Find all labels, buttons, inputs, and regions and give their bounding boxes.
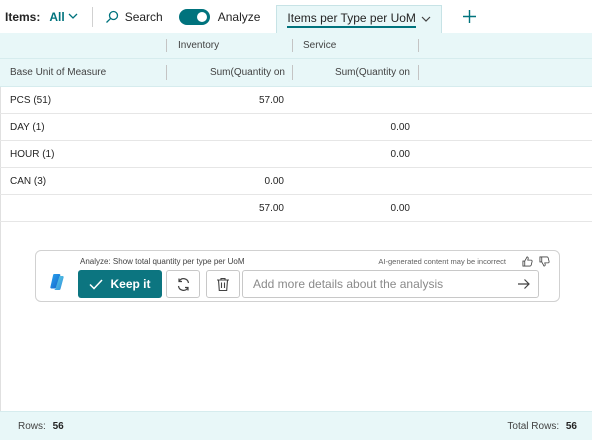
copilot-icon	[50, 274, 64, 290]
total-service: 0.00	[390, 202, 410, 214]
column-header-sum-inventory[interactable]: Sum(Quantity on	[167, 59, 293, 86]
row-label: DAY (1)	[10, 121, 45, 133]
column-header-sum-service[interactable]: Sum(Quantity on	[293, 59, 419, 86]
regenerate-button[interactable]	[166, 270, 200, 298]
ai-disclaimer: AI-generated content may be incorrect	[378, 257, 506, 266]
analyze-label: Analyze	[217, 9, 261, 24]
pivot-grid: Inventory Service Base Unit of Measure S…	[0, 33, 592, 222]
items-label: Items:	[5, 9, 41, 24]
row-filler	[419, 114, 592, 140]
toggle-knob	[196, 11, 207, 22]
group-header-service[interactable]: Service	[293, 33, 419, 58]
row-label: CAN (3)	[10, 175, 47, 187]
chevron-down-icon[interactable]	[421, 16, 431, 23]
checkmark-icon	[89, 278, 104, 290]
row-filler	[419, 141, 592, 167]
total-rows-value: 56	[565, 420, 577, 432]
search-label: Search	[124, 9, 163, 24]
row-filler	[419, 195, 592, 221]
table-row[interactable]: PCS (51) 57.00	[0, 87, 592, 114]
column-header-filler	[419, 59, 592, 86]
copilot-header: Analyze: Show total quantity per type pe…	[80, 256, 550, 267]
analyze-toggle[interactable]	[178, 8, 210, 25]
row-label: PCS (51)	[10, 94, 52, 106]
tab-label: Items per Type per UoM	[287, 11, 416, 28]
total-rows-label: Total Rows:	[507, 420, 560, 432]
thumbs-up-icon[interactable]	[522, 256, 533, 267]
column-header-base-unit[interactable]: Base Unit of Measure	[0, 59, 167, 86]
group-header-filler	[419, 33, 592, 58]
table-row[interactable]: HOUR (1) 0.00	[0, 141, 592, 168]
details-input-box	[242, 270, 539, 298]
thumbs-down-icon[interactable]	[539, 256, 550, 267]
row-filler	[419, 168, 592, 194]
group-header-inventory[interactable]: Inventory	[167, 33, 293, 58]
analysis-prompt-text: Analyze: Show total quantity per type pe…	[80, 257, 245, 266]
table-row[interactable]: DAY (1) 0.00	[0, 114, 592, 141]
group-header-row: Inventory Service	[0, 33, 592, 59]
filter-dropdown[interactable]: All	[49, 9, 78, 24]
rows-value: 56	[52, 420, 64, 432]
group-header-empty	[0, 33, 167, 58]
totals-label	[0, 195, 167, 221]
row-value-service	[293, 168, 419, 194]
toolbar: Items: All Search Analyze Items per Type…	[0, 0, 592, 33]
row-value-inventory: 0.00	[264, 175, 284, 187]
search-button[interactable]: Search	[105, 10, 163, 24]
total-rows-count: Total Rows: 56	[507, 421, 577, 432]
toolbar-divider	[91, 6, 93, 27]
regenerate-icon	[177, 277, 189, 291]
total-inventory: 57.00	[258, 202, 284, 214]
send-arrow-icon[interactable]	[517, 278, 530, 290]
table-row[interactable]: CAN (3) 0.00	[0, 168, 592, 195]
row-value-service: 0.00	[390, 148, 410, 160]
row-filler	[419, 87, 592, 113]
filter-value: All	[49, 9, 65, 24]
keep-it-button[interactable]: Keep it	[78, 270, 162, 298]
details-input[interactable]	[253, 277, 538, 291]
row-value-inventory: 57.00	[258, 94, 284, 106]
plus-icon[interactable]	[462, 9, 477, 24]
copilot-analysis-bar: Analyze: Show total quantity per type pe…	[35, 250, 560, 302]
row-label: HOUR (1)	[10, 148, 55, 160]
search-icon	[105, 10, 118, 23]
row-value-service	[293, 87, 419, 113]
trash-icon	[217, 277, 229, 291]
row-value-service: 0.00	[390, 121, 410, 133]
column-header-row: Base Unit of Measure Sum(Quantity on Sum…	[0, 59, 592, 87]
delete-button[interactable]	[206, 270, 240, 298]
status-footer: Rows: 56 Total Rows: 56	[0, 411, 592, 440]
row-value-inventory	[167, 141, 293, 167]
tab-items-per-type-per-uom[interactable]: Items per Type per UoM	[276, 4, 442, 33]
totals-row: 57.00 0.00	[0, 195, 592, 222]
keep-it-label: Keep it	[110, 277, 151, 291]
rows-label: Rows:	[18, 420, 46, 432]
chevron-down-icon	[68, 13, 78, 19]
row-value-inventory	[167, 114, 293, 140]
rows-count: Rows: 56	[18, 421, 64, 432]
